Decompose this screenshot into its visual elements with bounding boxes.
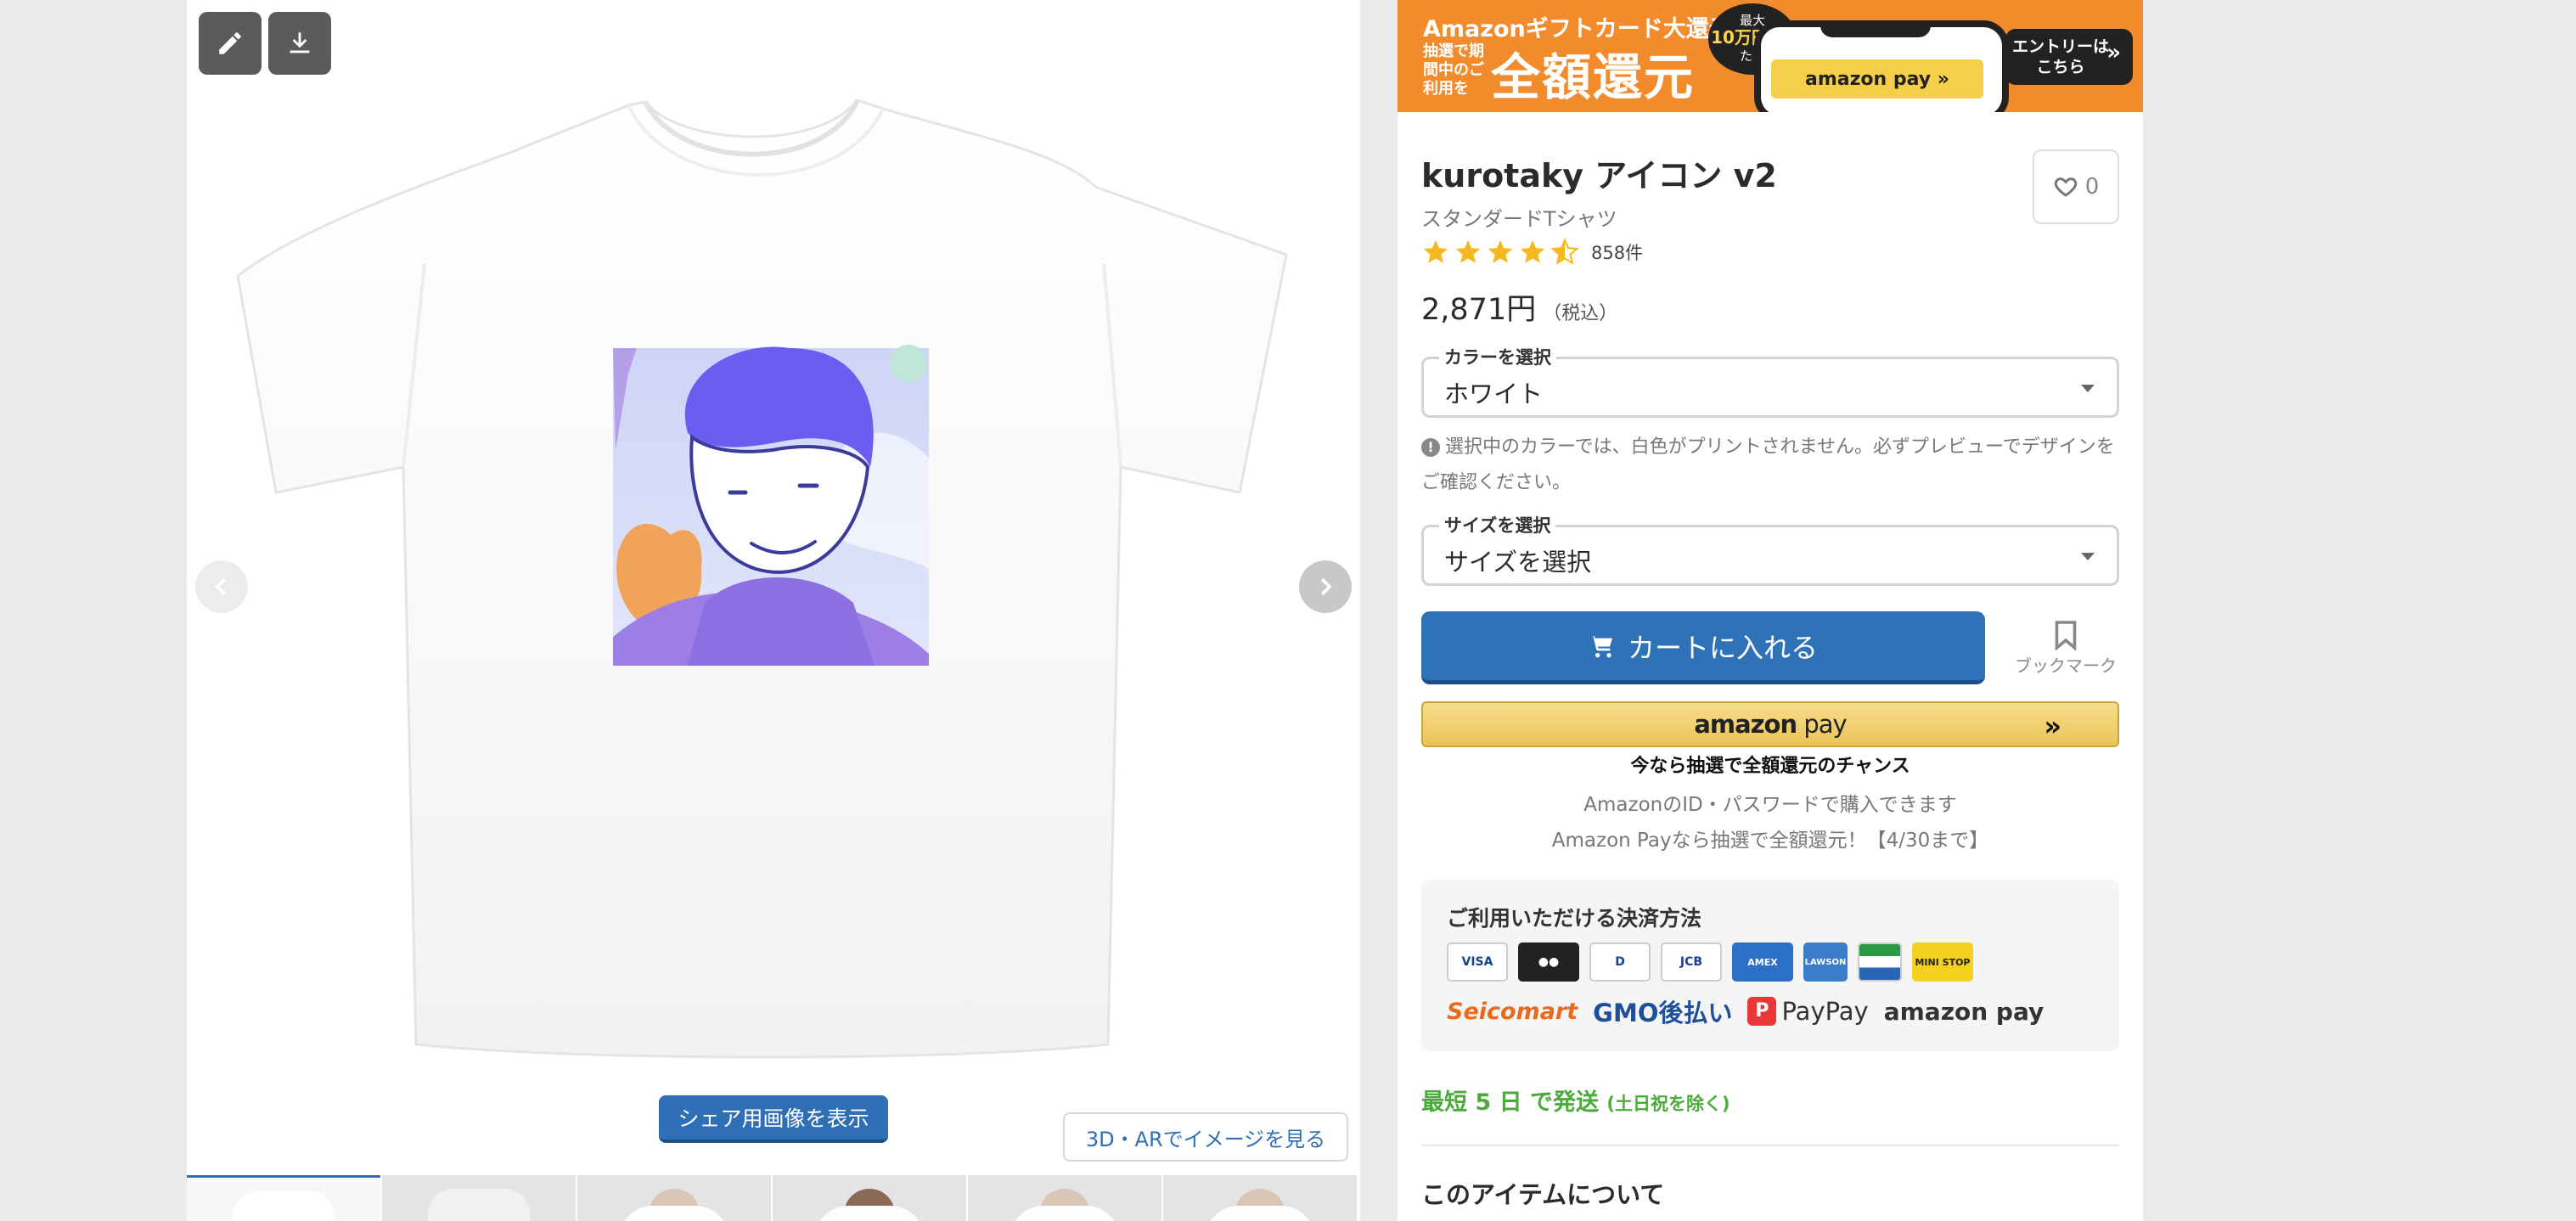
tshirt-product-image (236, 98, 1288, 1059)
color-notice-text: 選択中のカラーでは、白色がプリントされません。必ずプレビューでデザインをご確認く… (1421, 436, 2115, 493)
view-3d-ar-button[interactable]: 3D・ARでイメージを見る (1063, 1112, 1348, 1162)
banner-entry-button[interactable]: エントリーはこちら (2005, 29, 2133, 85)
product-info-panel: Amazonギフトカード大還元祭 抽選で期間中のご利用を 全額還元 最大 10万… (1398, 0, 2143, 1221)
tax-note: （税込） (1543, 303, 1618, 324)
product-title: kurotaky アイコン v2 (1421, 157, 1777, 194)
banner-big-text: 全額還元 (1491, 48, 1696, 106)
chevron-left-icon (215, 577, 227, 596)
heart-icon (2054, 177, 2077, 197)
favorite-count: 0 (2084, 174, 2100, 200)
chevron-right-icon (1320, 577, 1332, 596)
ministop-logo: MINI STOP (1912, 942, 1973, 982)
thumbnail-6[interactable] (1163, 1175, 1357, 1221)
seicomart-logo: Seicomart (1447, 998, 1578, 1025)
about-item-heading: このアイテムについて (1421, 1180, 1665, 1209)
paypay-logo: P PayPay (1747, 997, 1869, 1026)
thumbnail-1[interactable] (187, 1175, 380, 1221)
add-to-cart-label: カートに入れる (1627, 631, 1818, 664)
size-select-value: サイズを選択 (1444, 548, 1592, 577)
amazon-pay-campaign-note: Amazon Payなら抽選で全額還元！【4/30まで】 (1551, 830, 1989, 852)
download-button[interactable] (268, 12, 331, 75)
thumbnail-strip (187, 1175, 1360, 1221)
payment-methods-box: ご利用いただける決済方法 VISA ●● D JCB AMEX LAWSON M… (1421, 880, 2119, 1051)
paypay-icon: P (1747, 997, 1777, 1026)
amazon-pay-button[interactable]: amazon pay » (1421, 701, 2119, 747)
payment-card-logos: VISA ●● D JCB AMEX LAWSON MINI STOP (1447, 942, 1973, 982)
size-select[interactable]: サイズを選択 サイズを選択 (1421, 512, 2119, 586)
price-value: 2,871円 (1421, 293, 1537, 327)
edit-button[interactable] (199, 12, 262, 75)
thumbnail-5[interactable] (968, 1175, 1161, 1221)
shipping-estimate: 最短 5 日 で発送 (土日祝を除く) (1421, 1083, 1730, 1117)
color-notice: ! 選択中のカラーでは、白色がプリントされません。必ずプレビューでデザインをご確認… (1421, 430, 2119, 501)
amazon-campaign-banner[interactable]: Amazonギフトカード大還元祭 抽選で期間中のご利用を 全額還元 最大 10万… (1398, 0, 2143, 112)
other-payment-logos: Seicomart GMO後払い P PayPay amazon pay (1447, 993, 2044, 1029)
banner-small-text: 抽選で期間中のご利用を (1423, 42, 1484, 98)
color-select-value: ホワイト (1444, 380, 1544, 408)
star-icon (1488, 239, 1513, 263)
share-image-button[interactable]: シェア用画像を表示 (659, 1095, 888, 1143)
familymart-logo (1858, 942, 1902, 982)
pencil-icon (219, 32, 241, 54)
lawson-logo: LAWSON (1803, 942, 1848, 982)
star-icon (1423, 239, 1448, 263)
mastercard-logo: ●● (1518, 942, 1579, 982)
caret-down-icon (2081, 385, 2095, 392)
shipping-text: 最短 5 日 で発送 (1421, 1089, 1599, 1116)
next-image-button[interactable] (1299, 560, 1352, 613)
rating-stars[interactable]: 858件 (1421, 238, 1643, 267)
amazon-pay-chance-text: 今なら抽選で全額還元のチャンス (1630, 756, 1910, 777)
info-icon: ! (1421, 438, 1440, 457)
shipping-note: (土日祝を除く) (1606, 1094, 1730, 1114)
price: 2,871円 （税込） (1421, 285, 1617, 329)
favorite-button[interactable]: 0 (2033, 149, 2119, 224)
double-chevron-icon: » (2044, 710, 2061, 742)
print-artwork (613, 345, 929, 666)
amazon-pay-logo: amazon pay (1694, 710, 1847, 739)
jcb-logo: JCB (1661, 942, 1722, 982)
thumbnail-4[interactable] (773, 1175, 966, 1221)
product-type: スタンダードTシャツ (1421, 207, 1617, 231)
star-half-icon (1550, 238, 1579, 265)
previous-image-button[interactable] (195, 560, 248, 613)
caret-down-icon (2081, 553, 2095, 560)
color-select[interactable]: カラーを選択 ホワイト (1421, 344, 2119, 418)
bookmark-icon (2055, 621, 2077, 650)
amazon-pay-logo-small: amazon pay (1883, 997, 2044, 1026)
product-image-viewer: シェア用画像を表示 3D・ARでイメージを見る (187, 0, 1360, 1221)
color-select-label: カラーを選択 (1439, 344, 1556, 369)
banner-amazon-pay: amazon pay » (1771, 59, 1983, 98)
cart-icon (1589, 635, 1612, 657)
divider (1421, 1145, 2119, 1146)
size-select-label: サイズを選択 (1439, 512, 1556, 537)
review-count[interactable]: 858件 (1591, 239, 1643, 265)
amex-logo: AMEX (1732, 942, 1793, 982)
thumbnail-3[interactable] (577, 1175, 771, 1221)
diners-logo: D (1589, 942, 1651, 982)
amazon-pay-note: AmazonのID・パスワードで購入できます (1583, 794, 1957, 816)
gmo-atobarai-logo: GMO後払い (1593, 999, 1733, 1027)
bookmark-label: ブックマーク (2015, 656, 2117, 676)
star-icon (1520, 239, 1545, 263)
add-to-cart-button[interactable]: カートに入れる (1421, 611, 1985, 684)
download-icon (290, 32, 310, 53)
thumbnail-2[interactable] (382, 1175, 576, 1221)
payment-methods-title: ご利用いただける決済方法 (1447, 906, 1702, 931)
bookmark-button[interactable]: ブックマーク (2002, 620, 2129, 677)
visa-logo: VISA (1447, 942, 1508, 982)
star-icon (1455, 239, 1481, 263)
